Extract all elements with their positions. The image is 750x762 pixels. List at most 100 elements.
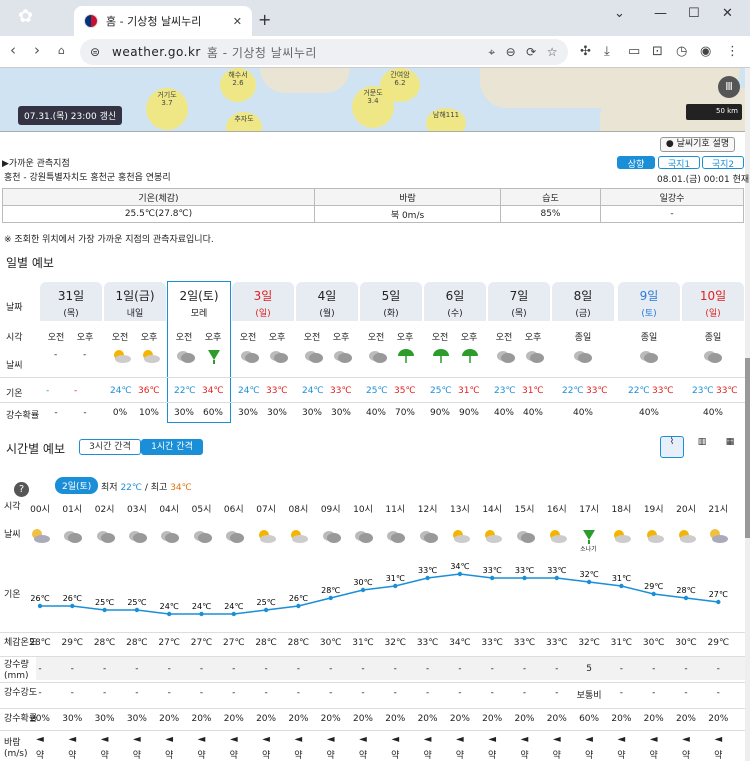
- temp-label: 32℃: [580, 570, 599, 579]
- cloud-icon: [495, 348, 515, 367]
- cloud-icon: [159, 528, 180, 547]
- feels-value: 31℃: [352, 638, 374, 648]
- map-station[interactable]: 해수서 2.6: [220, 68, 256, 102]
- close-window-button[interactable]: ✕: [722, 6, 733, 21]
- temp-point: [70, 603, 75, 609]
- day-min: 22℃: [628, 386, 650, 396]
- tab-1hour[interactable]: 1시간 간격: [141, 439, 203, 455]
- hour-label: 06시: [223, 505, 244, 515]
- map-station[interactable]: 추자도: [226, 112, 262, 131]
- rain-value: -: [619, 664, 624, 674]
- rain-value: -: [38, 664, 42, 674]
- day-sub: (목): [63, 309, 79, 319]
- day-date: 8일: [573, 289, 593, 303]
- scrollbar-thumb[interactable]: [745, 358, 750, 538]
- day-date: 10일: [699, 289, 727, 303]
- temp-point: [102, 607, 107, 613]
- day-column[interactable]: 4일 (월) 오전 30% 오후 30% 24℃ 33℃: [296, 282, 358, 422]
- profile-icon[interactable]: ◉: [700, 44, 711, 59]
- wind-arrow-icon: ◄: [197, 734, 206, 745]
- sun-cloud-icon: [676, 528, 696, 547]
- wind-arrow-icon: ◄: [391, 734, 400, 745]
- feels-value: 27℃: [158, 638, 180, 648]
- tab-list-icon[interactable]: ⌄: [614, 6, 625, 21]
- camera-icon[interactable]: ▭: [628, 44, 640, 59]
- translate-icon[interactable]: ⟳: [526, 45, 537, 60]
- day-pop: 30%: [237, 408, 258, 418]
- cloud-icon: [572, 348, 592, 367]
- new-tab-button[interactable]: +: [258, 10, 271, 29]
- tab-obs-0[interactable]: 상향: [617, 156, 655, 170]
- site-info-icon[interactable]: ⊜: [90, 45, 101, 59]
- row-divider: [0, 632, 745, 633]
- tab-obs-2[interactable]: 국지2: [702, 156, 744, 170]
- day-sub: (화): [383, 309, 399, 319]
- back-icon[interactable]: ‹: [10, 41, 16, 59]
- line-chart-view-icon[interactable]: ⌇: [660, 436, 684, 458]
- sun-cloud-icon: [288, 528, 309, 547]
- umbrella-icon: [396, 348, 416, 367]
- day-column[interactable]: 6일 (수) 오전 90% 오후 90% 25℃ 31℃: [424, 282, 486, 422]
- bar-chart-view-icon[interactable]: ▥: [690, 436, 714, 458]
- day-ampm: 종일: [640, 333, 658, 343]
- cloud-icon: [638, 348, 658, 367]
- temp-point: [296, 603, 301, 609]
- wind-value: 약: [584, 751, 594, 761]
- day-column[interactable]: 2일(토) 모레 오전 30% 오후 60% 22℃ 34℃: [167, 281, 231, 423]
- day-column[interactable]: 3일 (일) 오전 30% 오후 30% 24℃ 33℃: [232, 282, 294, 422]
- wind-arrow-icon: ◄: [229, 734, 238, 745]
- hour-label: 10시: [353, 505, 373, 515]
- download-icon[interactable]: ⤓: [604, 44, 610, 59]
- intensity-value: -: [361, 688, 365, 698]
- day-column[interactable]: 10일 (일) 종일 40% 23℃ 33℃: [682, 282, 744, 422]
- row-divider: [0, 730, 745, 731]
- hour-label: 21시: [708, 505, 729, 515]
- menu-icon[interactable]: ⋮: [726, 44, 739, 59]
- row-divider: [0, 682, 745, 683]
- tab-obs-1[interactable]: 국지1: [658, 156, 700, 170]
- day-sub: (토): [641, 309, 657, 319]
- maximize-button[interactable]: ☐: [688, 6, 700, 21]
- cloud-icon: [95, 528, 115, 547]
- temp-label: 34℃: [450, 562, 469, 571]
- map-station[interactable]: 거문도 3.4: [352, 86, 394, 128]
- day-pop: 30%: [330, 408, 351, 418]
- zoom-icon[interactable]: ⊖: [506, 45, 517, 60]
- screenshot-icon[interactable]: ⊡: [652, 44, 663, 59]
- temp-label: 33℃: [418, 566, 437, 575]
- day-column[interactable]: 1일(금) 내일 오전 0% 오후 10% 24℃ 36℃: [104, 282, 166, 422]
- day-column[interactable]: 7일 (목) 오전 40% 오후 40% 23℃ 31℃: [488, 282, 550, 422]
- home-icon[interactable]: ⌂: [58, 44, 65, 57]
- sun-cloud-icon: [611, 528, 632, 547]
- legend-button[interactable]: ● 날씨기호 설명: [660, 137, 735, 152]
- day-ampm: 오후: [140, 333, 158, 343]
- pop-value: 20%: [675, 714, 696, 724]
- bookmark-icon[interactable]: ☆: [547, 45, 558, 60]
- wind-value: 약: [714, 751, 723, 761]
- browser-tab[interactable]: 홈 - 기상청 날씨누리 ✕: [74, 6, 252, 36]
- history-icon[interactable]: ◷: [676, 44, 687, 59]
- minimize-button[interactable]: —: [654, 6, 667, 21]
- address-bar[interactable]: ⊜ weather.go.kr 홈 - 기상청 날씨누리 ⌖ ⊖ ⟳ ☆: [80, 39, 568, 65]
- pop-value: 30%: [94, 714, 115, 724]
- forward-icon[interactable]: ›: [34, 41, 40, 59]
- intensity-value: -: [167, 688, 171, 698]
- help-icon[interactable]: ?: [14, 482, 29, 497]
- day-date: 9일: [639, 289, 659, 303]
- day-pop: 70%: [394, 408, 415, 418]
- map-station[interactable]: 거기도 3.7: [146, 88, 188, 130]
- wind-arrow-icon: ◄: [423, 734, 432, 745]
- map-layer-button[interactable]: Ⅲ: [718, 76, 740, 98]
- map-station[interactable]: 남해111: [426, 108, 466, 131]
- day-column[interactable]: 8일 (금) 종일 40% 22℃ 33℃: [552, 282, 614, 422]
- location-icon[interactable]: ⌖: [488, 45, 495, 60]
- hour-label: 19시: [643, 505, 664, 515]
- tab-3hour[interactable]: 3시간 간격: [79, 439, 141, 455]
- day-column[interactable]: 5일 (화) 오전 40% 오후 70% 25℃ 35℃: [360, 282, 422, 422]
- day-column[interactable]: 31일 (목) 오전 - - 오후 - - - -: [40, 282, 102, 422]
- table-view-icon[interactable]: ▦: [718, 436, 742, 458]
- close-tab-icon[interactable]: ✕: [233, 15, 242, 28]
- day-column[interactable]: 9일 (토) 종일 40% 22℃ 33℃: [618, 282, 680, 422]
- intensity-value: -: [490, 688, 494, 698]
- extensions-icon[interactable]: ✣: [580, 44, 591, 59]
